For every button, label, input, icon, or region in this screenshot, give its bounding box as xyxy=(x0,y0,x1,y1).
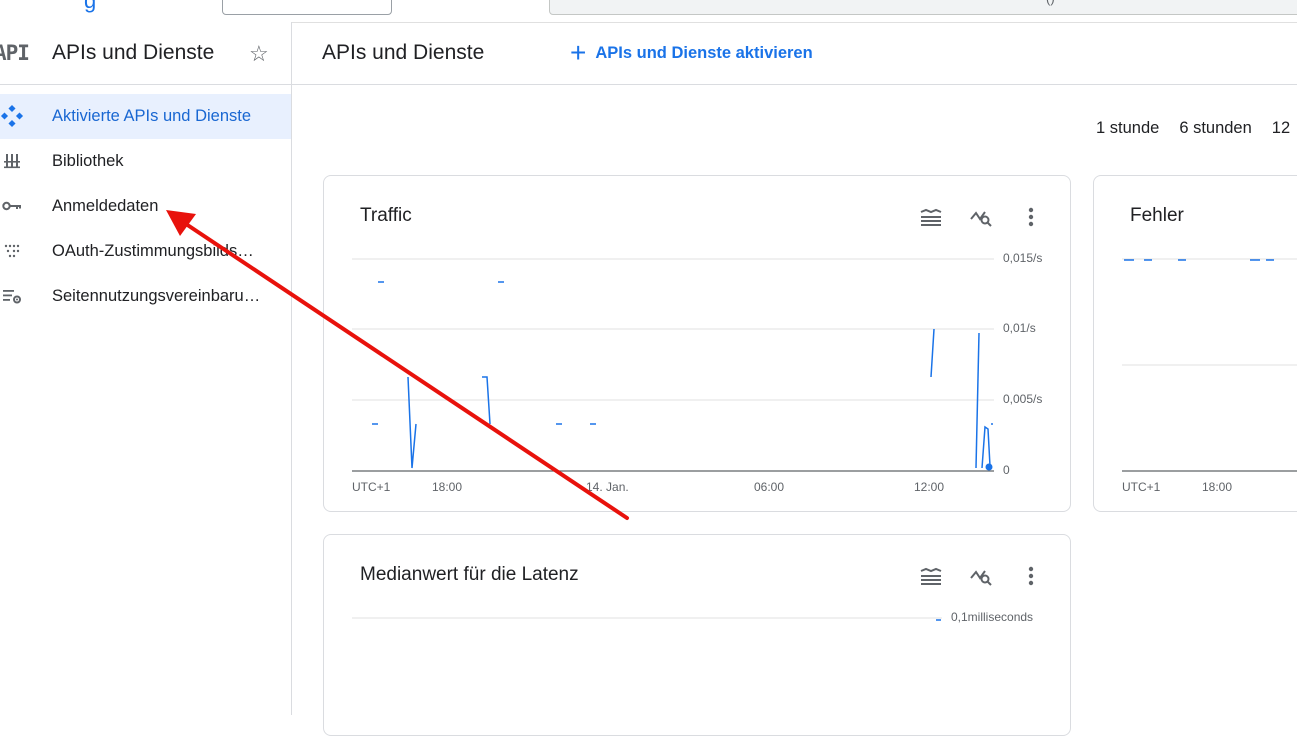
latency-card: Medianwert für die Latenz 0,1millisecond… xyxy=(323,534,1071,736)
sidebar-item-label: Seitennutzungsvereinbaru… xyxy=(52,287,261,305)
x-tick-label: 18:00 xyxy=(432,480,462,494)
sidebar-item-label: Aktivierte APIs und Dienste xyxy=(52,107,252,125)
sidebar-item-page-agreements[interactable]: Seitennutzungsvereinbaru… xyxy=(0,274,291,319)
star-outline-icon[interactable]: ☆ xyxy=(249,41,269,67)
x-tick-label: UTC+1 xyxy=(1122,480,1161,494)
sidebar-item-oauth-consent[interactable]: OAuth-Zustimmungsbilds… xyxy=(0,229,291,274)
time-range-12h[interactable]: 12 xyxy=(1272,119,1290,138)
sidebar-nav: Aktivierte APIs und Dienste Bibliothek A… xyxy=(0,94,291,319)
traffic-series xyxy=(372,281,993,469)
y-tick-label: 0,015/s xyxy=(1003,251,1042,265)
key-icon xyxy=(2,201,21,211)
sidebar: API APIs und Dienste ☆ Aktivierte APIs u… xyxy=(0,22,292,715)
y-tick-label: 0,005/s xyxy=(1003,392,1042,406)
y-tick-label: 0 xyxy=(1003,463,1010,477)
api-logo-icon: API xyxy=(0,41,30,65)
project-selector[interactable] xyxy=(222,0,392,15)
x-tick-label: UTC+1 xyxy=(352,480,391,494)
errors-card: Fehler UTC+1 18:00 xyxy=(1093,175,1297,512)
y-tick-label: 0,1milliseconds xyxy=(951,610,1033,624)
sidebar-item-label: Bibliothek xyxy=(52,152,124,170)
top-bar: g () xyxy=(0,0,1297,23)
enable-apis-label: APIs und Dienste aktivieren xyxy=(595,43,813,62)
x-tick-label: 06:00 xyxy=(754,480,784,494)
x-tick-label: 14. Jan. xyxy=(586,480,629,494)
sidebar-item-enabled-apis[interactable]: Aktivierte APIs und Dienste xyxy=(0,94,291,139)
dots-consent-icon xyxy=(4,244,20,258)
sidebar-header: API APIs und Dienste ☆ xyxy=(0,22,291,85)
search-hint-fragment: () xyxy=(1046,0,1055,6)
x-tick-label: 18:00 xyxy=(1202,480,1232,494)
main-header: APIs und Dienste + APIs und Dienste akti… xyxy=(292,22,1297,85)
sidebar-title: APIs und Dienste xyxy=(52,41,215,64)
traffic-card: Traffic 0,015/s 0,01/s 0,005/s 0 UTC+1 1… xyxy=(323,175,1071,512)
sidebar-item-credentials[interactable]: Anmeldedaten xyxy=(0,184,291,229)
traffic-chart: 0,015/s 0,01/s 0,005/s 0 UTC+1 18:00 14.… xyxy=(352,251,1042,494)
sidebar-item-label: Anmeldedaten xyxy=(52,197,159,215)
plus-icon: + xyxy=(570,37,587,68)
errors-chart: UTC+1 18:00 xyxy=(1122,258,1297,494)
page-title: APIs und Dienste xyxy=(322,41,485,64)
library-icon xyxy=(4,154,20,169)
sidebar-item-library[interactable]: Bibliothek xyxy=(0,139,291,184)
y-tick-label: 0,01/s xyxy=(1003,321,1036,335)
time-range-selector: 1 stunde 6 stunden 12 xyxy=(1096,119,1297,138)
latency-chart: 0,1milliseconds xyxy=(352,610,1033,624)
product-logo-fragment: g xyxy=(84,0,97,13)
time-range-1h[interactable]: 1 stunde xyxy=(1096,119,1159,138)
api-diamond-icon xyxy=(0,104,24,128)
time-range-6h[interactable]: 6 stunden xyxy=(1179,119,1251,138)
settings-list-icon xyxy=(3,290,21,304)
enable-apis-button[interactable]: + APIs und Dienste aktivieren xyxy=(570,39,813,67)
search-bar[interactable] xyxy=(549,0,1297,15)
x-tick-label: 12:00 xyxy=(914,480,944,494)
sidebar-item-label: OAuth-Zustimmungsbilds… xyxy=(52,242,254,260)
